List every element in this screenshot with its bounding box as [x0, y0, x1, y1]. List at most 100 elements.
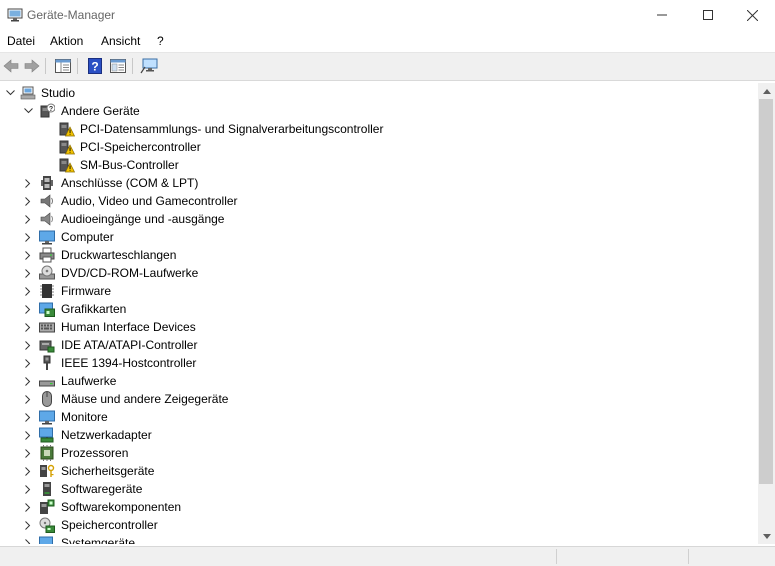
svg-text:?: ? — [91, 60, 98, 74]
console-icon — [110, 59, 126, 73]
device-tree[interactable]: Studio ? Andere Geräte PCI-Datensammlung… — [0, 83, 758, 544]
expand-chevron-icon[interactable] — [22, 354, 34, 372]
security-key-icon — [40, 464, 55, 477]
back-button[interactable] — [1, 57, 21, 75]
expand-chevron-icon[interactable] — [22, 462, 34, 480]
tree-category-graphics[interactable]: Grafikkarten — [0, 300, 740, 318]
scroll-down-arrow-icon — [762, 533, 771, 539]
tree-category-network[interactable]: Netzwerkadapter — [0, 426, 740, 444]
expand-chevron-icon[interactable] — [22, 264, 34, 282]
printer-icon — [39, 247, 55, 263]
tree-category-andere-geraete[interactable]: ? Andere Geräte — [0, 102, 740, 120]
help-icon: ? — [88, 58, 102, 74]
console-button[interactable] — [108, 57, 128, 75]
tree-category-audio-video[interactable]: Audio, Video und Gamecontroller — [0, 192, 740, 210]
expand-chevron-icon[interactable] — [22, 390, 34, 408]
network-adapter-icon — [39, 427, 54, 443]
expand-chevron-icon[interactable] — [22, 210, 34, 228]
tree-category-label: Audioeingänge und -ausgänge — [61, 212, 225, 226]
maximize-button[interactable] — [685, 0, 731, 30]
tree-category-print-queues[interactable]: Druckwarteschlangen — [0, 246, 740, 264]
expand-chevron-icon[interactable] — [22, 516, 34, 534]
tree-category-label: Laufwerke — [61, 374, 117, 388]
close-button[interactable] — [729, 0, 775, 30]
expand-chevron-icon[interactable] — [22, 444, 34, 462]
tree-category-software-devices[interactable]: Softwaregeräte — [0, 480, 740, 498]
tree-category-label: Mäuse und andere Zeigegeräte — [61, 392, 229, 406]
tree-category-software-components[interactable]: Softwarekomponenten — [0, 498, 740, 516]
collapse-chevron-icon[interactable] — [22, 102, 34, 120]
speaker-icon — [40, 212, 53, 226]
firewire-icon — [43, 355, 51, 370]
monitor-icon — [39, 410, 55, 425]
forward-button[interactable] — [22, 57, 42, 75]
tree-category-label: Softwarekomponenten — [61, 500, 182, 514]
tree-category-label: Computer — [61, 230, 114, 244]
tree-category-drives[interactable]: Laufwerke — [0, 372, 740, 390]
tree-category-monitors[interactable]: Monitore — [0, 408, 740, 426]
status-bar — [0, 546, 775, 566]
tree-category-hid[interactable]: Human Interface Devices — [0, 318, 740, 336]
scan-hardware-icon — [140, 58, 158, 74]
expand-chevron-icon[interactable] — [22, 318, 34, 336]
tree-category-computer[interactable]: Computer — [0, 228, 740, 246]
expand-chevron-icon[interactable] — [22, 480, 34, 498]
expand-chevron-icon[interactable] — [22, 228, 34, 246]
minimize-button[interactable] — [639, 0, 685, 30]
expand-chevron-icon[interactable] — [22, 408, 34, 426]
scrollbar-thumb[interactable] — [759, 99, 773, 484]
tree-category-ieee1394[interactable]: IEEE 1394-Hostcontroller — [0, 354, 740, 372]
vertical-scrollbar[interactable] — [758, 83, 775, 544]
forward-arrow-icon — [24, 59, 40, 73]
scroll-down-button[interactable] — [758, 528, 775, 544]
tree-category-firmware[interactable]: Firmware — [0, 282, 740, 300]
tree-category-storage-controllers[interactable]: Speichercontroller — [0, 516, 740, 534]
expand-chevron-icon[interactable] — [22, 534, 34, 544]
expand-chevron-icon[interactable] — [22, 336, 34, 354]
expand-chevron-icon[interactable] — [22, 300, 34, 318]
tree-category-label: Anschlüsse (COM & LPT) — [61, 176, 199, 190]
warning-device-icon — [59, 158, 75, 173]
menu-datei[interactable]: Datei — [7, 34, 35, 48]
tree-category-system-devices[interactable]: Systemgeräte — [0, 534, 740, 544]
tree-device-item[interactable]: SM-Bus-Controller — [0, 156, 740, 174]
menu-aktion[interactable]: Aktion — [50, 34, 83, 48]
show-hide-tree-button[interactable] — [53, 57, 73, 75]
tree-category-processors[interactable]: Prozessoren — [0, 444, 740, 462]
tree-root-label: Studio — [41, 86, 76, 100]
tree-category-label: Human Interface Devices — [61, 320, 196, 334]
tree-category-mice[interactable]: Mäuse und andere Zeigegeräte — [0, 390, 740, 408]
menu-help[interactable]: ? — [157, 34, 164, 48]
collapse-chevron-icon[interactable] — [4, 84, 16, 102]
tree-category-label: Druckwarteschlangen — [61, 248, 177, 262]
tree-category-ide[interactable]: IDE ATA/ATAPI-Controller — [0, 336, 740, 354]
expand-chevron-icon[interactable] — [22, 282, 34, 300]
tree-category-ports[interactable]: Anschlüsse (COM & LPT) — [0, 174, 740, 192]
tree-root[interactable]: Studio — [0, 84, 740, 102]
keyboard-icon — [39, 322, 55, 333]
tree-category-label: Prozessoren — [61, 446, 129, 460]
tree-category-audio-io[interactable]: Audioeingänge und -ausgänge — [0, 210, 740, 228]
expand-chevron-icon[interactable] — [22, 426, 34, 444]
processor-icon — [40, 445, 54, 461]
tree-category-security[interactable]: Sicherheitsgeräte — [0, 462, 740, 480]
expand-chevron-icon[interactable] — [22, 372, 34, 390]
monitor-icon — [39, 230, 55, 245]
speaker-icon — [40, 194, 53, 208]
menu-ansicht[interactable]: Ansicht — [101, 34, 140, 48]
scroll-up-button[interactable] — [758, 83, 775, 99]
tree-category-dvd[interactable]: DVD/CD-ROM-Laufwerke — [0, 264, 740, 282]
tree-category-label: Softwaregeräte — [61, 482, 143, 496]
expand-chevron-icon[interactable] — [22, 498, 34, 516]
mouse-icon — [42, 391, 52, 407]
expand-chevron-icon[interactable] — [22, 192, 34, 210]
tree-device-item[interactable]: PCI-Speichercontroller — [0, 138, 740, 156]
software-device-icon — [43, 482, 51, 496]
scan-hardware-button[interactable] — [139, 57, 159, 75]
help-button[interactable]: ? — [85, 57, 105, 75]
expand-chevron-icon[interactable] — [22, 174, 34, 192]
tree-category-label: IEEE 1394-Hostcontroller — [61, 356, 197, 370]
software-component-icon — [40, 499, 55, 514]
tree-device-item[interactable]: PCI-Datensammlungs- und Signalverarbeitu… — [0, 120, 740, 138]
expand-chevron-icon[interactable] — [22, 246, 34, 264]
